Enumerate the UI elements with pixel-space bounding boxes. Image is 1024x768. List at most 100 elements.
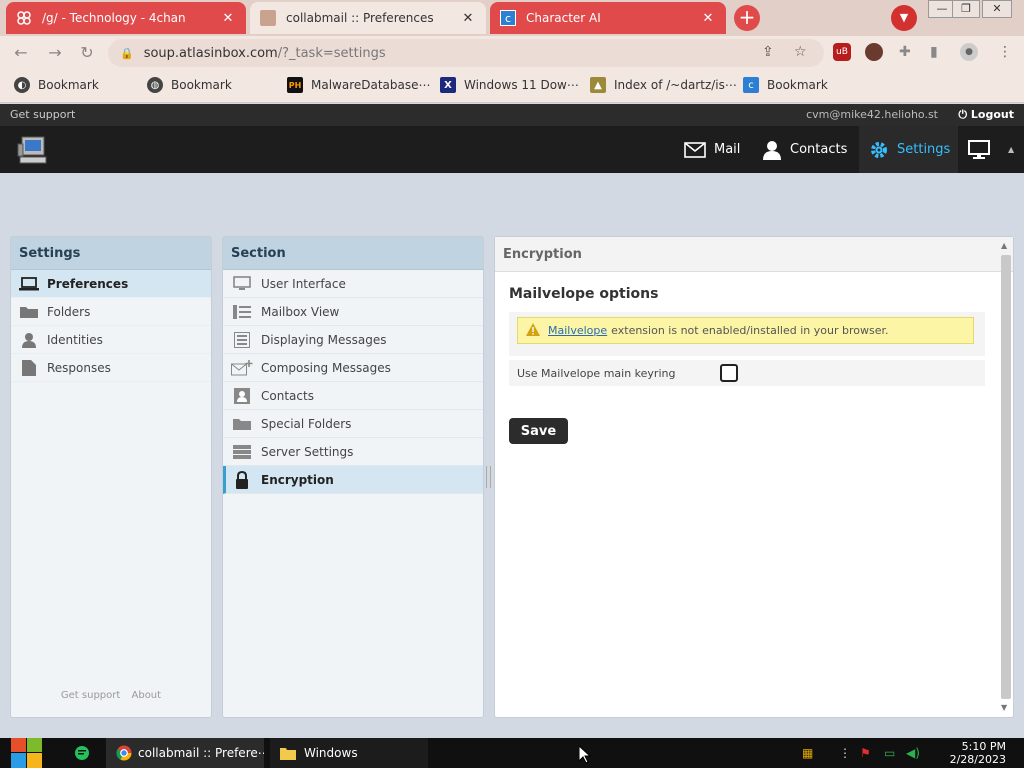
bookmark-item[interactable]: c Bookmark (743, 77, 828, 93)
character-ai-icon: c (500, 10, 516, 26)
new-tab-button[interactable]: + (734, 5, 760, 31)
flag-icon[interactable]: ⚑ (860, 746, 871, 760)
url-text: soup.atlasinbox.com/?_task=settings (143, 45, 386, 61)
tray-overflow-icon[interactable]: ⋮ (839, 746, 851, 760)
settings-item-responses[interactable]: Responses (11, 354, 211, 382)
folder-icon (280, 747, 296, 760)
collabmail-favicon (260, 10, 276, 26)
extensions-puzzle-icon[interactable]: ✚ (899, 44, 911, 60)
browser-tabstrip: /g/ - Technology - 4chan ✕ collabmail ::… (0, 0, 1024, 36)
taskbar-explorer-window[interactable]: Windows (270, 738, 428, 768)
lock-icon: 🔒 (120, 46, 134, 60)
maximize-button[interactable]: ❐ (952, 0, 980, 18)
bookmarks-bar: ◐ Bookmark ◍ Bookmark PH MalwareDatabase… (0, 70, 1024, 103)
bookmark-item[interactable]: PH MalwareDatabase⋯ (287, 77, 431, 93)
bookmark-item[interactable]: ▲ Index of /~dartz/is⋯ (590, 77, 737, 93)
compose-envelope-icon (231, 359, 253, 376)
warning-container: Mailvelope extension is not enabled/inst… (509, 312, 985, 356)
forward-arrow-icon[interactable]: → (44, 42, 66, 64)
tab-title: Character AI (526, 11, 601, 25)
clover-icon (16, 10, 32, 26)
nav-settings[interactable]: Settings (859, 126, 958, 173)
keyboard-icon[interactable]: ▦ (802, 746, 813, 760)
keyring-option-row: Use Mailvelope main keyring (509, 360, 985, 386)
keyring-checkbox[interactable] (720, 364, 738, 382)
server-icon (231, 444, 253, 459)
footer-about-link[interactable]: About (132, 690, 162, 701)
monitor-icon[interactable] (968, 126, 990, 173)
nav-mail[interactable]: Mail (684, 126, 740, 173)
section-item-user-interface[interactable]: User Interface (223, 270, 483, 298)
footer-get-support-link[interactable]: Get support (61, 690, 120, 701)
bookmark-item[interactable]: X Windows 11 Dow⋯ (440, 77, 579, 93)
scrollbar-thumb[interactable] (1001, 255, 1011, 699)
user-email: cvm@mike42.helioho.st (806, 108, 938, 121)
tab-close-icon[interactable]: ✕ (700, 11, 716, 26)
scroll-down-icon[interactable]: ▼ (1001, 703, 1007, 712)
taskbar-chat-icon[interactable] (64, 738, 100, 768)
save-button[interactable]: Save (509, 418, 568, 444)
avatar-extension-icon[interactable] (865, 43, 883, 61)
nav-contacts[interactable]: Contacts (762, 126, 847, 173)
address-bar[interactable]: 🔒 soup.atlasinbox.com/?_task=settings (108, 39, 824, 67)
bookmark-star-icon[interactable]: ☆ (794, 44, 807, 60)
section-item-displaying-messages[interactable]: Displaying Messages (223, 326, 483, 354)
caret-up-icon[interactable]: ▲ (1008, 126, 1014, 173)
content-scrollbar[interactable]: ▲ ▼ (999, 239, 1011, 715)
close-window-button[interactable]: ✕ (982, 0, 1012, 18)
windows-start-icon[interactable] (10, 738, 44, 768)
get-support-link[interactable]: Get support (10, 108, 75, 121)
back-arrow-icon[interactable]: ← (10, 42, 32, 64)
volume-icon[interactable]: ◀) (906, 746, 920, 760)
chrome-icon (116, 745, 132, 761)
section-item-contacts[interactable]: Contacts (223, 382, 483, 410)
tab-title: /g/ - Technology - 4chan (42, 11, 186, 25)
tab-character-ai[interactable]: c Character AI ✕ (490, 2, 726, 34)
contact-card-icon (231, 387, 253, 404)
gear-icon (869, 140, 889, 160)
folder-icon (19, 305, 39, 318)
settings-panel-footer: Get support About (11, 690, 211, 701)
profile-icon[interactable]: ● (960, 43, 978, 61)
tab-search-chevron-icon[interactable]: ▼ (891, 5, 917, 31)
menu-kebab-icon[interactable]: ⋮ (998, 44, 1012, 60)
ublock-icon[interactable]: uB (833, 43, 851, 61)
section-item-mailbox-view[interactable]: Mailbox View (223, 298, 483, 326)
mailvelope-link[interactable]: Mailvelope (548, 324, 607, 337)
padlock-icon (231, 470, 253, 489)
section-item-composing-messages[interactable]: Composing Messages (223, 354, 483, 382)
document-icon (19, 359, 39, 376)
logout-button[interactable]: ⏻ Logout (958, 108, 1014, 122)
panel-splitter-handle[interactable] (486, 466, 491, 488)
section-panel-title: Section (223, 237, 483, 270)
network-icon[interactable]: ▭ (884, 746, 895, 760)
settings-item-folders[interactable]: Folders (11, 298, 211, 326)
warning-box: Mailvelope extension is not enabled/inst… (517, 317, 974, 344)
tab-close-icon[interactable]: ✕ (220, 11, 236, 26)
tab-4chan[interactable]: /g/ - Technology - 4chan ✕ (6, 2, 246, 34)
section-item-encryption[interactable]: Encryption (223, 466, 483, 494)
warning-text: extension is not enabled/installed in yo… (611, 324, 889, 337)
windows-taskbar: collabmail :: Prefere⋯ Windows ▦ ⋮ ⚑ ▭ ◀… (0, 738, 1024, 768)
settings-item-identities[interactable]: Identities (11, 326, 211, 354)
settings-item-preferences[interactable]: Preferences (11, 270, 211, 298)
tab-close-icon[interactable]: ✕ (460, 11, 476, 26)
tab-collabmail[interactable]: collabmail :: Preferences ✕ (250, 2, 486, 34)
taskbar-clock[interactable]: 5:10 PM 2/28/2023 (950, 740, 1006, 766)
bookmark-generic-icon: ◐ (14, 77, 30, 93)
list-view-icon (231, 304, 253, 319)
reload-icon[interactable]: ↻ (76, 42, 98, 64)
section-item-special-folders[interactable]: Special Folders (223, 410, 483, 438)
share-icon[interactable]: ⇪ (762, 44, 774, 60)
taskbar-chrome-window[interactable]: collabmail :: Prefere⋯ (106, 738, 264, 768)
scroll-up-icon[interactable]: ▲ (1001, 241, 1007, 250)
bookmark-item[interactable]: ◍ Bookmark (147, 77, 232, 93)
clock-time: 5:10 PM (961, 740, 1006, 753)
settings-panel: Settings Preferences Folders Identities … (10, 236, 212, 718)
computer-logo-icon[interactable] (16, 134, 52, 168)
globe-icon: ◍ (147, 77, 163, 93)
bookmark-item[interactable]: ◐ Bookmark (14, 77, 99, 93)
side-panel-icon[interactable]: ▮ (930, 44, 938, 60)
encryption-content: Encryption Mailvelope options Mailvelope… (494, 236, 1014, 718)
section-item-server-settings[interactable]: Server Settings (223, 438, 483, 466)
